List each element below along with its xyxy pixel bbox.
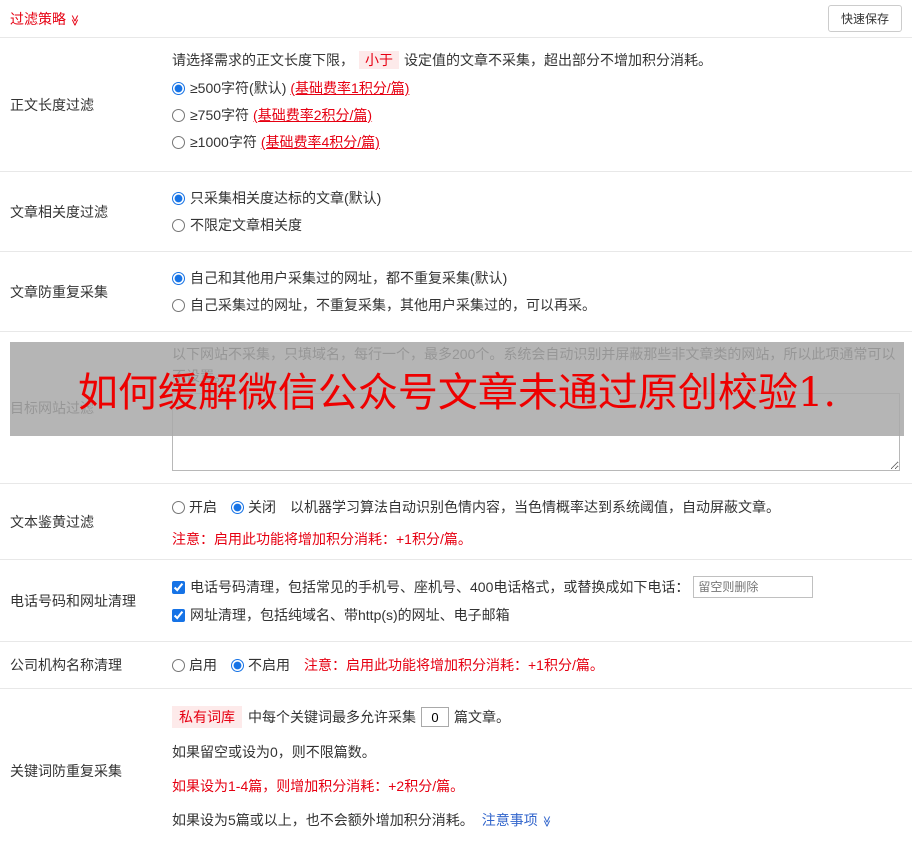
dedupe-option-self-only[interactable]: 自己采集过的网址，不重复采集，其他用户采集过的，可以再采。 (172, 295, 900, 315)
keyword-limit-input[interactable] (421, 707, 449, 727)
keyword-limit-text: 中每个关键词最多允许采集 (248, 709, 416, 725)
row-company-name-cleanup: 公司机构名称清理 启用 不启用 注意：启用此功能将增加积分消耗：+1积分/篇。 (0, 642, 912, 689)
option-rate-note: (基础费率2积分/篇) (253, 107, 373, 123)
option-label: 关闭 (248, 499, 276, 515)
row-keyword-dedupe: 关键词防重复采集 私有词库 中每个关键词最多允许采集 篇文章。 如果留空或设为0… (0, 689, 912, 853)
notes-link[interactable]: 注意事项 ≫ (482, 812, 553, 828)
keyword-note-zero: 如果留空或设为0，则不限篇数。 (172, 744, 376, 760)
row-label: 文章防重复采集 (10, 283, 108, 300)
company-cleanup-off-radio[interactable] (231, 658, 244, 672)
dedupe-option-all-users[interactable]: 自己和其他用户采集过的网址，都不重复采集(默认) (172, 268, 900, 288)
option-label: ≥750字符 (190, 107, 250, 123)
header-bar: 过滤策略 ≫ 快速保存 (0, 0, 912, 38)
option-label: 自己采集过的网址，不重复采集，其他用户采集过的，可以再采。 (190, 297, 596, 313)
company-cleanup-on-option[interactable]: 启用 (172, 655, 217, 675)
company-cleanup-on-radio[interactable] (172, 658, 185, 672)
less-than-highlight: 小于 (359, 51, 399, 69)
length-radio-750[interactable] (172, 108, 185, 122)
option-label: 电话号码清理，包括常见的手机号、座机号、400电话格式，或替换成如下电话： (190, 579, 690, 595)
row-body-length-filter: 正文长度过滤 请选择需求的正文长度下限， 小于 设定值的文章不采集，超出部分不增加积… (0, 38, 912, 172)
option-label: 不限定文章相关度 (190, 217, 302, 233)
porn-filter-on-radio[interactable] (172, 500, 185, 514)
page-title-text: 过滤策略 (10, 10, 66, 27)
keyword-limit-suffix: 篇文章。 (454, 709, 510, 725)
row-label: 电话号码和网址清理 (10, 592, 136, 609)
intro-text-pre: 请选择需求的正文长度下限， (172, 52, 354, 68)
chevron-down-icon: ≫ (68, 14, 81, 26)
watermark-text: 如何缓解微信公众号文章未通过原创校验1. (77, 370, 837, 416)
length-option-1000[interactable]: ≥1000字符 (基础费率4积分/篇) (172, 132, 900, 152)
option-rate-note: (基础费率1积分/篇) (290, 80, 410, 96)
option-rate-note: (基础费率4积分/篇) (260, 134, 380, 150)
private-lexicon-tag: 私有词库 (172, 706, 242, 728)
porn-filter-desc: 以机器学习算法自动识别色情内容，当色情概率达到系统阈值，自动屏蔽文章。 (290, 499, 780, 515)
length-radio-1000[interactable] (172, 135, 185, 149)
porn-filter-off-option[interactable]: 关闭 (231, 497, 276, 517)
relevance-radio-strict[interactable] (172, 191, 185, 205)
row-relevance-filter: 文章相关度过滤 只采集相关度达标的文章(默认) 不限定文章相关度 (0, 172, 912, 252)
row-label: 文章相关度过滤 (10, 203, 108, 220)
option-label: 启用 (189, 657, 217, 673)
porn-filter-cost-note: 注意：启用此功能将增加积分消耗：+1积分/篇。 (172, 531, 472, 547)
company-cleanup-off-option[interactable]: 不启用 (231, 655, 290, 675)
dedupe-radio-all-users[interactable] (172, 271, 185, 285)
row-label: 文本鉴黄过滤 (10, 513, 94, 530)
relevance-option-any[interactable]: 不限定文章相关度 (172, 215, 900, 235)
dedupe-radio-self-only[interactable] (172, 298, 185, 312)
relevance-radio-any[interactable] (172, 218, 185, 232)
notes-link-text: 注意事项 (481, 812, 538, 828)
keyword-note-five: 如果设为5篇或以上，也不会额外增加积分消耗。 注意事项 ≫ (172, 810, 900, 830)
watermark-overlay: 如何缓解微信公众号文章未通过原创校验1. (10, 342, 904, 436)
keyword-limit-line: 私有词库 中每个关键词最多允许采集 篇文章。 (172, 706, 900, 728)
keyword-note-cost: 如果设为1-4篇，则增加积分消耗：+2积分/篇。 (172, 778, 465, 794)
keyword-note-five-text: 如果设为5篇或以上，也不会额外增加积分消耗。 (172, 812, 474, 828)
row-label: 公司机构名称清理 (10, 657, 122, 673)
phone-cleanup-option[interactable]: 电话号码清理，包括常见的手机号、座机号、400电话格式，或替换成如下电话： (172, 576, 900, 598)
option-label: 开启 (189, 499, 217, 515)
option-label: 自己和其他用户采集过的网址，都不重复采集(默认) (190, 270, 508, 286)
phone-cleanup-checkbox[interactable] (172, 580, 185, 594)
option-label: ≥500字符(默认) (190, 80, 287, 96)
url-cleanup-option[interactable]: 网址清理，包括纯域名、带http(s)的网址、电子邮箱 (172, 605, 900, 625)
row-label: 关键词防重复采集 (10, 763, 122, 779)
porn-filter-off-radio[interactable] (231, 500, 244, 514)
length-radio-500[interactable] (172, 81, 185, 95)
quick-save-button[interactable]: 快速保存 (827, 5, 902, 32)
option-label: 网址清理，包括纯域名、带http(s)的网址、电子邮箱 (190, 607, 510, 623)
length-option-750[interactable]: ≥750字符 (基础费率2积分/篇) (172, 105, 900, 125)
intro-text-post: 设定值的文章不采集，超出部分不增加积分消耗。 (404, 52, 712, 68)
option-label: ≥1000字符 (190, 134, 257, 150)
option-label: 不启用 (248, 657, 290, 673)
length-option-500[interactable]: ≥500字符(默认) (基础费率1积分/篇) (172, 78, 900, 98)
page-title[interactable]: 过滤策略 ≫ (10, 9, 81, 29)
row-label: 正文长度过滤 (10, 96, 94, 113)
company-cleanup-cost-note: 注意：启用此功能将增加积分消耗：+1积分/篇。 (304, 657, 604, 673)
replacement-phone-input[interactable] (693, 576, 814, 598)
row-dedupe-collection: 文章防重复采集 自己和其他用户采集过的网址，都不重复采集(默认) 自己采集过的网… (0, 252, 912, 332)
porn-filter-on-option[interactable]: 开启 (172, 497, 217, 517)
relevance-option-strict[interactable]: 只采集相关度达标的文章(默认) (172, 188, 900, 208)
chevron-down-icon: ≫ (540, 815, 553, 828)
option-label: 只采集相关度达标的文章(默认) (190, 190, 382, 206)
row-porn-filter: 文本鉴黄过滤 开启 关闭 以机器学习算法自动识别色情内容，当色情概率达到系统阈值… (0, 484, 912, 560)
row-phone-url-cleanup: 电话号码和网址清理 电话号码清理，包括常见的手机号、座机号、400电话格式，或替… (0, 560, 912, 642)
length-filter-intro: 请选择需求的正文长度下限， 小于 设定值的文章不采集，超出部分不增加积分消耗。 (172, 49, 900, 71)
url-cleanup-checkbox[interactable] (172, 608, 185, 622)
